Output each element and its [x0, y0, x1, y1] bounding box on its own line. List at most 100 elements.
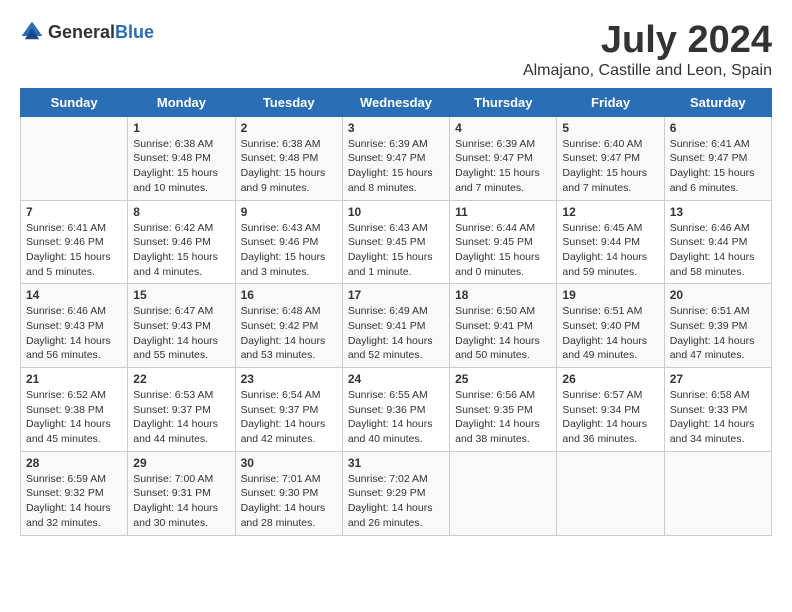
day-number: 30 — [241, 456, 337, 470]
day-number: 19 — [562, 288, 658, 302]
calendar-body: 1 Sunrise: 6:38 AM Sunset: 9:48 PM Daylig… — [21, 116, 772, 535]
day-number: 26 — [562, 372, 658, 386]
day-number: 13 — [670, 205, 766, 219]
calendar-cell: 25Sunrise: 6:56 AM Sunset: 9:35 PM Dayli… — [450, 368, 557, 452]
day-info: Sunrise: 6:59 AM Sunset: 9:32 PM Dayligh… — [26, 472, 122, 531]
calendar-cell: 8 Sunrise: 6:42 AM Sunset: 9:46 PM Daylig… — [128, 200, 235, 284]
calendar-cell: 6Sunrise: 6:41 AM Sunset: 9:47 PM Daylig… — [664, 116, 771, 200]
day-number: 27 — [670, 372, 766, 386]
calendar-cell: 14 Sunrise: 6:46 AM Sunset: 9:43 PM Dayli… — [21, 284, 128, 368]
day-number: 22 — [133, 372, 229, 386]
day-info: Sunrise: 6:45 AM Sunset: 9:44 PM Dayligh… — [562, 221, 658, 280]
day-info: Sunrise: 6:51 AM Sunset: 9:40 PM Dayligh… — [562, 304, 658, 363]
day-info: Sunrise: 7:00 AM Sunset: 9:31 PM Dayligh… — [133, 472, 229, 531]
week-row-1: 1 Sunrise: 6:38 AM Sunset: 9:48 PM Daylig… — [21, 116, 772, 200]
day-number: 31 — [348, 456, 444, 470]
day-info: Sunrise: 6:40 AM Sunset: 9:47 PM Dayligh… — [562, 137, 658, 196]
day-info: Sunrise: 6:38 AM Sunset: 9:48 PM Dayligh… — [241, 137, 337, 196]
day-number: 3 — [348, 121, 444, 135]
calendar-cell: 11 Sunrise: 6:44 AM Sunset: 9:45 PM Dayli… — [450, 200, 557, 284]
calendar-cell: 4Sunrise: 6:39 AM Sunset: 9:47 PM Daylig… — [450, 116, 557, 200]
day-info: Sunrise: 6:51 AM Sunset: 9:39 PM Dayligh… — [670, 304, 766, 363]
header-day-tuesday: Tuesday — [235, 88, 342, 116]
day-info: Sunrise: 6:38 AM Sunset: 9:48 PM Dayligh… — [133, 137, 229, 196]
day-info: Sunrise: 6:56 AM Sunset: 9:35 PM Dayligh… — [455, 388, 551, 447]
logo-text: GeneralBlue — [48, 22, 154, 43]
calendar-cell: 10 Sunrise: 6:43 AM Sunset: 9:45 PM Dayli… — [342, 200, 449, 284]
calendar-cell: 2Sunrise: 6:38 AM Sunset: 9:48 PM Daylig… — [235, 116, 342, 200]
calendar-cell: 12 Sunrise: 6:45 AM Sunset: 9:44 PM Dayli… — [557, 200, 664, 284]
day-number: 14 — [26, 288, 122, 302]
calendar-cell: 19 Sunrise: 6:51 AM Sunset: 9:40 PM Dayli… — [557, 284, 664, 368]
day-info: Sunrise: 6:46 AM Sunset: 9:44 PM Dayligh… — [670, 221, 766, 280]
day-number: 11 — [455, 205, 551, 219]
logo-general: General — [48, 22, 115, 42]
calendar-cell: 29 Sunrise: 7:00 AM Sunset: 9:31 PM Dayli… — [128, 451, 235, 535]
day-info: Sunrise: 6:46 AM Sunset: 9:43 PM Dayligh… — [26, 304, 122, 363]
day-number: 18 — [455, 288, 551, 302]
calendar-cell: 1 Sunrise: 6:38 AM Sunset: 9:48 PM Daylig… — [128, 116, 235, 200]
day-info: Sunrise: 6:43 AM Sunset: 9:46 PM Dayligh… — [241, 221, 337, 280]
calendar-cell: 15 Sunrise: 6:47 AM Sunset: 9:43 PM Dayli… — [128, 284, 235, 368]
page-header: GeneralBlue July 2024 Almajano, Castille… — [20, 20, 772, 80]
day-number: 16 — [241, 288, 337, 302]
day-number: 9 — [241, 205, 337, 219]
calendar-cell — [557, 451, 664, 535]
week-row-4: 21Sunrise: 6:52 AM Sunset: 9:38 PM Dayli… — [21, 368, 772, 452]
logo-blue: Blue — [115, 22, 154, 42]
day-info: Sunrise: 6:54 AM Sunset: 9:37 PM Dayligh… — [241, 388, 337, 447]
day-number: 23 — [241, 372, 337, 386]
day-number: 29 — [133, 456, 229, 470]
calendar-header: SundayMondayTuesdayWednesdayThursdayFrid… — [21, 88, 772, 116]
day-number: 7 — [26, 205, 122, 219]
day-info: Sunrise: 6:58 AM Sunset: 9:33 PM Dayligh… — [670, 388, 766, 447]
calendar-cell: 26 Sunrise: 6:57 AM Sunset: 9:34 PM Dayli… — [557, 368, 664, 452]
title-area: July 2024 Almajano, Castille and Leon, S… — [523, 20, 772, 80]
day-info: Sunrise: 6:42 AM Sunset: 9:46 PM Dayligh… — [133, 221, 229, 280]
day-number: 5 — [562, 121, 658, 135]
day-number: 1 — [133, 121, 229, 135]
calendar-cell: 31 Sunrise: 7:02 AM Sunset: 9:29 PM Dayli… — [342, 451, 449, 535]
calendar-cell: 3 Sunrise: 6:39 AM Sunset: 9:47 PM Daylig… — [342, 116, 449, 200]
day-info: Sunrise: 6:43 AM Sunset: 9:45 PM Dayligh… — [348, 221, 444, 280]
calendar-cell — [21, 116, 128, 200]
day-info: Sunrise: 6:57 AM Sunset: 9:34 PM Dayligh… — [562, 388, 658, 447]
day-info: Sunrise: 6:52 AM Sunset: 9:38 PM Dayligh… — [26, 388, 122, 447]
calendar-cell: 13 Sunrise: 6:46 AM Sunset: 9:44 PM Dayli… — [664, 200, 771, 284]
day-info: Sunrise: 6:41 AM Sunset: 9:46 PM Dayligh… — [26, 221, 122, 280]
day-info: Sunrise: 6:55 AM Sunset: 9:36 PM Dayligh… — [348, 388, 444, 447]
calendar-cell: 30Sunrise: 7:01 AM Sunset: 9:30 PM Dayli… — [235, 451, 342, 535]
calendar-cell: 21Sunrise: 6:52 AM Sunset: 9:38 PM Dayli… — [21, 368, 128, 452]
calendar-table: SundayMondayTuesdayWednesdayThursdayFrid… — [20, 88, 772, 536]
calendar-cell: 18 Sunrise: 6:50 AM Sunset: 9:41 PM Dayli… — [450, 284, 557, 368]
day-number: 15 — [133, 288, 229, 302]
calendar-cell: 9 Sunrise: 6:43 AM Sunset: 9:46 PM Daylig… — [235, 200, 342, 284]
calendar-cell: 28Sunrise: 6:59 AM Sunset: 9:32 PM Dayli… — [21, 451, 128, 535]
header-day-saturday: Saturday — [664, 88, 771, 116]
day-number: 12 — [562, 205, 658, 219]
day-number: 10 — [348, 205, 444, 219]
calendar-cell: 17Sunrise: 6:49 AM Sunset: 9:41 PM Dayli… — [342, 284, 449, 368]
header-day-friday: Friday — [557, 88, 664, 116]
week-row-5: 28Sunrise: 6:59 AM Sunset: 9:32 PM Dayli… — [21, 451, 772, 535]
day-info: Sunrise: 6:47 AM Sunset: 9:43 PM Dayligh… — [133, 304, 229, 363]
header-row: SundayMondayTuesdayWednesdayThursdayFrid… — [21, 88, 772, 116]
day-number: 8 — [133, 205, 229, 219]
day-number: 4 — [455, 121, 551, 135]
calendar-cell: 22Sunrise: 6:53 AM Sunset: 9:37 PM Dayli… — [128, 368, 235, 452]
calendar-cell: 16Sunrise: 6:48 AM Sunset: 9:42 PM Dayli… — [235, 284, 342, 368]
month-title: July 2024 — [523, 20, 772, 62]
logo-icon — [20, 20, 44, 44]
day-info: Sunrise: 6:50 AM Sunset: 9:41 PM Dayligh… — [455, 304, 551, 363]
day-info: Sunrise: 6:39 AM Sunset: 9:47 PM Dayligh… — [348, 137, 444, 196]
logo: GeneralBlue — [20, 20, 154, 44]
header-day-wednesday: Wednesday — [342, 88, 449, 116]
header-day-sunday: Sunday — [21, 88, 128, 116]
day-number: 24 — [348, 372, 444, 386]
calendar-cell: 24 Sunrise: 6:55 AM Sunset: 9:36 PM Dayli… — [342, 368, 449, 452]
day-info: Sunrise: 6:44 AM Sunset: 9:45 PM Dayligh… — [455, 221, 551, 280]
day-info: Sunrise: 7:02 AM Sunset: 9:29 PM Dayligh… — [348, 472, 444, 531]
week-row-2: 7 Sunrise: 6:41 AM Sunset: 9:46 PM Daylig… — [21, 200, 772, 284]
day-number: 6 — [670, 121, 766, 135]
location-title: Almajano, Castille and Leon, Spain — [523, 62, 772, 80]
